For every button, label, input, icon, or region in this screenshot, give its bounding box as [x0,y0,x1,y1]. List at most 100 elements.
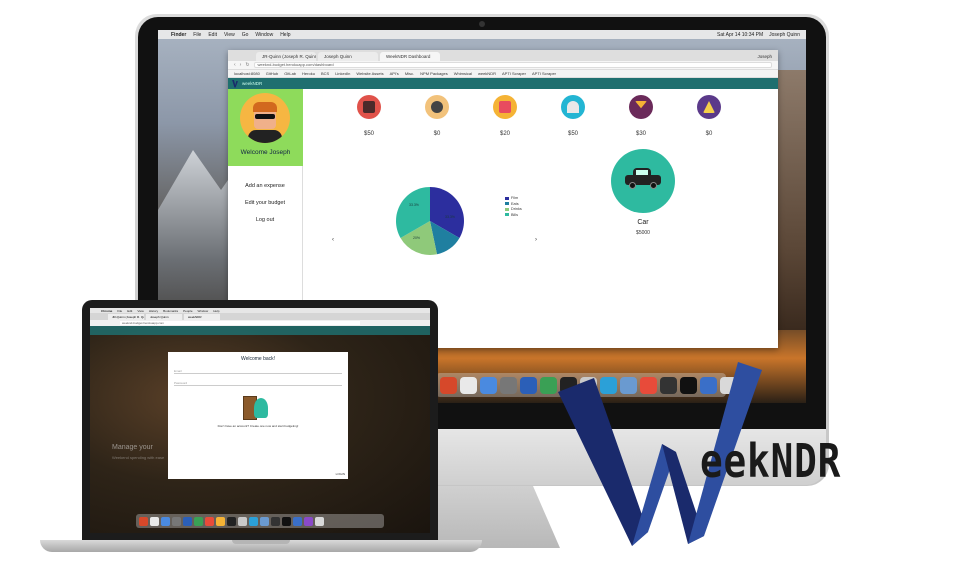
app-icon[interactable] [205,516,214,526]
app-icon[interactable] [520,376,537,394]
bookmark-item[interactable]: GitLab [284,71,296,76]
app-icon[interactable] [139,516,148,526]
category-outdoors[interactable]: $0 [689,95,729,137]
menu-help[interactable]: Help [213,309,219,313]
menu-window[interactable]: Window [198,309,209,313]
menu-file[interactable]: File [117,309,122,313]
email-field[interactable]: Email [174,366,342,374]
logout-link[interactable]: Log out [228,217,302,223]
app-icon[interactable] [271,516,280,526]
bookmark-item[interactable]: Misc. [405,71,414,76]
bookmark-item[interactable]: API's [390,71,399,76]
bookmark-item[interactable]: APTI Scraper [532,71,556,76]
browser-tab[interactable]: JR-Quinn (Joseph R. Quinn) [256,52,316,61]
app-icon[interactable] [172,516,181,526]
back-icon[interactable]: ‹ [234,62,236,68]
menu-history[interactable]: History [149,309,158,313]
category-shopping[interactable]: $20 [485,95,525,137]
menu-finder[interactable]: Finder [171,32,186,38]
menu-chrome[interactable]: Chrome [101,309,112,313]
app-navbar [90,326,430,335]
bookmark-item[interactable]: localhost:8080 [234,71,260,76]
carousel-prev-button[interactable]: ‹ [332,237,334,243]
edit-budget-link[interactable]: Edit your budget [228,200,302,206]
app-icon[interactable] [249,516,258,526]
category-film[interactable]: $50 [349,95,389,137]
app-icon[interactable] [227,516,236,526]
trash-icon[interactable] [315,516,324,526]
welcome-message: Welcome Joseph [240,149,291,156]
bookmark-item[interactable]: LinkedIn [335,71,350,76]
category-amount: $0 [433,131,441,137]
menu-go[interactable]: Go [242,32,249,38]
menu-bookmarks[interactable]: Bookmarks [163,309,178,313]
macbook-tab-strip: JR-Quinn (Joseph R. Quinn) Joseph Quinn … [90,313,430,320]
car-icon[interactable] [611,149,675,213]
legend-item: Film [505,196,522,200]
legend-item: Eats [505,202,522,206]
menubar-clock[interactable]: Sat Apr 14 10:34 PM [717,32,763,38]
featured-expense-name: Car [637,219,649,226]
browser-tab-active[interactable]: WeekNDR Dashboard [380,52,440,61]
menu-window[interactable]: Window [255,32,273,38]
app-icon[interactable] [460,376,477,394]
address-bar[interactable]: weeknd-budget.herokuapp.com [120,321,360,325]
legend-item: Drinks [505,207,522,211]
password-field[interactable]: Password [174,378,342,386]
app-icon[interactable] [500,376,517,394]
hero-headline: Manage your [112,444,153,451]
carousel-next-button[interactable]: › [535,237,537,243]
bookmark-item[interactable]: weekNDR [478,71,496,76]
app-icon[interactable] [183,516,192,526]
bookmark-item[interactable]: APTI Scraper [502,71,526,76]
app-icon[interactable] [216,516,225,526]
app-icon[interactable] [282,516,291,526]
login-title: Welcome back! [240,356,276,362]
bookmark-item[interactable]: Website Assets [356,71,383,76]
category-amount: $50 [567,131,578,137]
app-icon[interactable] [150,516,159,526]
app-icon[interactable] [540,376,557,394]
pie-slice-label: 20% [413,236,420,240]
bookmark-item[interactable]: Heroku [302,71,315,76]
app-brand[interactable]: weekNDR [242,81,262,86]
browser-tab[interactable]: Joseph Quinn [318,52,378,61]
add-expense-link[interactable]: Add an expense [228,183,302,189]
browser-profile[interactable]: Joseph [757,54,778,61]
login-modal: Welcome back! Email Password Don't have … [168,352,348,479]
app-icon[interactable] [304,516,313,526]
category-food[interactable]: $50 [553,95,593,137]
app-icon[interactable] [293,516,302,526]
bookmark-item[interactable]: BCS [321,71,329,76]
app-icon[interactable] [440,376,457,394]
menu-people[interactable]: People [183,309,192,313]
character-illustration [254,398,268,418]
app-icon[interactable] [161,516,170,526]
menu-edit[interactable]: Edit [208,32,217,38]
bookmark-item[interactable]: GitHub [266,71,278,76]
app-icon[interactable] [194,516,203,526]
bookmark-item[interactable]: NPM Packages [420,71,448,76]
menubar-user[interactable]: Joseph Quinn [769,32,800,38]
forward-icon[interactable]: › [240,62,242,68]
signup-prompt[interactable]: Don't have an account? Create one now an… [168,424,348,428]
category-amount: $50 [363,131,374,137]
category-karaoke[interactable]: $0 [417,95,457,137]
featured-expense-value: $5000 [636,230,650,236]
menu-help[interactable]: Help [280,32,290,38]
menu-edit[interactable]: Edit [127,309,132,313]
avatar [240,93,290,143]
cocktail-icon [629,95,653,119]
menu-view[interactable]: View [224,32,235,38]
bookmark-item[interactable]: Whimsical [454,71,472,76]
weekndr-logo-icon[interactable] [232,79,238,88]
app-icon[interactable] [238,516,247,526]
app-icon[interactable] [260,516,269,526]
app-icon[interactable] [480,376,497,394]
address-bar[interactable]: weeknd-budget.herokuapp.com/dashboard [253,62,772,68]
reload-icon[interactable]: ↻ [245,62,249,68]
menu-view[interactable]: View [137,309,143,313]
category-drinks[interactable]: $30 [621,95,661,137]
menu-file[interactable]: File [193,32,201,38]
login-button[interactable]: LOGIN [336,472,345,476]
